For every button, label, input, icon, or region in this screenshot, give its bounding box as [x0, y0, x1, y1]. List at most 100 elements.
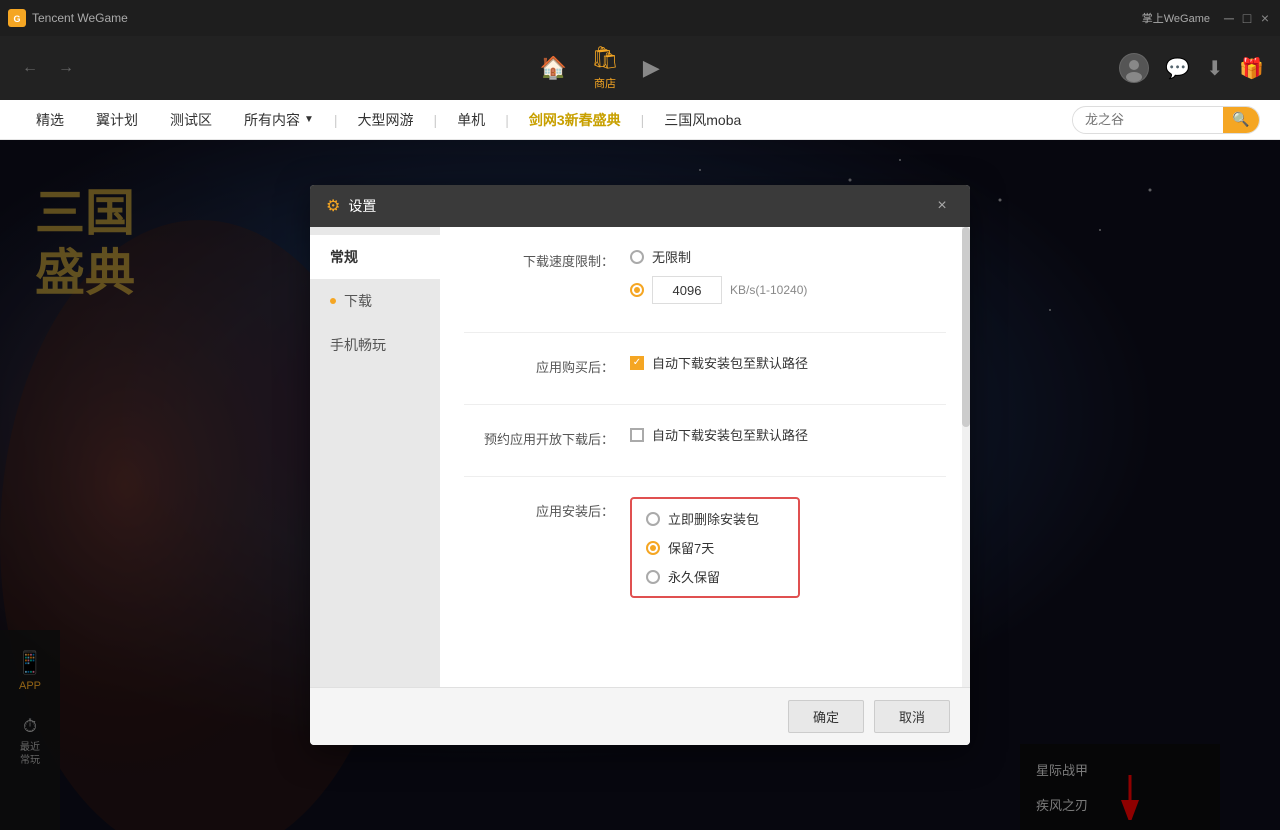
video-icon: ▶	[643, 55, 660, 81]
speed-unlimited-label: 无限制	[652, 247, 691, 266]
after-purchase-checkbox-item[interactable]: ✓ 自动下载安装包至默认路径	[630, 353, 946, 372]
subnav-testzone[interactable]: 测试区	[154, 100, 228, 140]
app-logo: G	[8, 9, 26, 27]
maximize-button[interactable]: □	[1240, 11, 1254, 25]
after-purchase-value: ✓ 自动下载安装包至默认路径	[630, 353, 946, 372]
subnav-allcontent[interactable]: 所有内容 ▼	[228, 100, 330, 140]
nav-forward-button[interactable]: →	[52, 54, 80, 82]
separator-2: |	[430, 112, 442, 128]
settings-modal: ⚙ 设置 × 常规 下载 手机畅玩	[310, 185, 970, 745]
install-option-forever-label: 永久保留	[668, 567, 720, 586]
search-button[interactable]: 🔍	[1223, 106, 1259, 134]
speed-custom-row: KB/s(1-10240)	[630, 276, 946, 304]
nav-store[interactable]: 🛍 商店	[591, 45, 619, 91]
cancel-button[interactable]: 取消	[874, 700, 950, 733]
store-label: 商店	[594, 75, 616, 91]
after-preorder-checkbox[interactable]	[630, 428, 644, 442]
main-content: 三国 盛典 📱 APP ⏱ 最近常玩 星际战甲 疾风之刃	[0, 140, 1280, 830]
title-bar-left: G Tencent WeGame	[8, 9, 128, 27]
after-purchase-label: 应用购买后：	[464, 353, 614, 376]
modal-footer: 确定 取消	[310, 687, 970, 745]
modal-overlay: ⚙ 设置 × 常规 下载 手机畅玩	[0, 140, 1280, 830]
checkbox-check-icon: ✓	[633, 358, 641, 368]
settings-header-icon: ⚙	[326, 196, 340, 216]
separator-4: |	[637, 112, 649, 128]
install-option-delete[interactable]: 立即删除安装包	[646, 509, 784, 528]
settings-tab-download[interactable]: 下载	[310, 279, 440, 323]
modal-scrollbar-thumb[interactable]	[962, 227, 970, 427]
subnav-yijihua[interactable]: 翼计划	[80, 100, 154, 140]
mobile-label: 掌上WeGame	[1142, 10, 1210, 26]
message-icon[interactable]: 💬	[1165, 56, 1190, 81]
after-preorder-value: 自动下载安装包至默认路径	[630, 425, 946, 444]
subnav-mmorpg[interactable]: 大型网游	[342, 100, 430, 140]
sub-nav: 精选 翼计划 测试区 所有内容 ▼ | 大型网游 | 单机 | 剑网3新春盛典 …	[0, 100, 1280, 140]
settings-download-label: 下载	[344, 291, 372, 311]
settings-mobile-label: 手机畅玩	[330, 335, 386, 355]
install-option-delete-radio[interactable]	[646, 512, 660, 526]
speed-unlimited-radio[interactable]	[630, 250, 644, 264]
modal-sidebar: 常规 下载 手机畅玩	[310, 227, 440, 687]
modal-body: 常规 下载 手机畅玩 下载速度限制：	[310, 227, 970, 687]
after-install-label: 应用安装后：	[464, 497, 614, 520]
separator-3: |	[501, 112, 513, 128]
after-preorder-checkbox-item[interactable]: 自动下载安装包至默认路径	[630, 425, 946, 444]
subnav-highlight1[interactable]: 剑网3新春盛典	[513, 100, 637, 140]
app-title: Tencent WeGame	[32, 11, 128, 25]
home-icon: 🏠	[540, 55, 567, 81]
nav-bar: ← → 🏠 🛍 商店 ▶ 💬 ⬇ 🎁	[0, 36, 1280, 100]
subnav-jingxuan[interactable]: 精选	[20, 100, 80, 140]
install-option-forever[interactable]: 永久保留	[646, 567, 784, 586]
search-box: 🔍	[1072, 106, 1260, 134]
modal-scrollbar[interactable]	[962, 227, 970, 687]
download-icon[interactable]: ⬇	[1206, 56, 1223, 81]
subnav-highlight2[interactable]: 三国风moba	[648, 100, 757, 140]
speed-custom-radio-inner	[634, 287, 640, 293]
after-purchase-checkbox[interactable]: ✓	[630, 356, 644, 370]
speed-unlimited-option[interactable]: 无限制	[630, 247, 946, 266]
after-preorder-label: 预约应用开放下载后：	[464, 425, 614, 448]
download-speed-options: 无限制 KB/s(1-10240)	[630, 247, 946, 304]
after-install-row: 应用安装后： 立即删除安装包	[464, 497, 946, 598]
modal-title: 设置	[348, 196, 922, 216]
install-option-keep7-label: 保留7天	[668, 538, 714, 557]
avatar[interactable]	[1119, 53, 1149, 83]
subnav-allcontent-label: 所有内容	[244, 110, 300, 130]
subnav-singleplayer[interactable]: 单机	[441, 100, 501, 140]
nav-icons: 🏠 🛍 商店 ▶	[88, 45, 1111, 91]
install-option-forever-radio[interactable]	[646, 570, 660, 584]
nav-back-button[interactable]: ←	[16, 54, 44, 82]
close-button[interactable]: ×	[1258, 11, 1272, 25]
title-bar-right: 掌上WeGame ─ □ ×	[1142, 10, 1272, 26]
confirm-button[interactable]: 确定	[788, 700, 864, 733]
settings-content: 下载速度限制： 无限制	[440, 227, 970, 687]
minimize-button[interactable]: ─	[1222, 11, 1236, 25]
install-option-keep7-radio[interactable]	[646, 541, 660, 555]
settings-tab-general[interactable]: 常规	[310, 235, 440, 279]
speed-custom-radio[interactable]	[630, 283, 644, 297]
settings-tab-mobile[interactable]: 手机畅玩	[310, 323, 440, 367]
modal-header: ⚙ 设置 ×	[310, 185, 970, 227]
install-option-delete-label: 立即删除安装包	[668, 509, 759, 528]
nav-home[interactable]: 🏠	[540, 55, 567, 81]
install-option-keep7-inner	[650, 545, 656, 551]
speed-value-input[interactable]	[652, 276, 722, 304]
chevron-down-icon: ▼	[304, 114, 314, 125]
search-area: 🔍	[1072, 106, 1260, 134]
speed-unit-label: KB/s(1-10240)	[730, 283, 807, 297]
after-install-value: 立即删除安装包 保留7天 永久保留	[630, 497, 946, 598]
after-install-options-box: 立即删除安装包 保留7天 永久保留	[630, 497, 800, 598]
after-purchase-row: 应用购买后： ✓ 自动下载安装包至默认路径	[464, 353, 946, 376]
after-preorder-checkbox-label: 自动下载安装包至默认路径	[652, 425, 808, 444]
modal-close-button[interactable]: ×	[930, 194, 954, 218]
nav-right: 💬 ⬇ 🎁	[1119, 53, 1264, 83]
gift-icon[interactable]: 🎁	[1239, 56, 1264, 81]
separator-1: |	[330, 112, 342, 128]
after-preorder-row: 预约应用开放下载后： 自动下载安装包至默认路径	[464, 425, 946, 448]
nav-video[interactable]: ▶	[643, 55, 660, 81]
download-speed-label: 下载速度限制：	[464, 247, 614, 270]
search-input[interactable]	[1073, 112, 1223, 127]
store-icon: 🛍	[591, 45, 619, 71]
after-purchase-checkbox-label: 自动下载安装包至默认路径	[652, 353, 808, 372]
install-option-keep7[interactable]: 保留7天	[646, 538, 784, 557]
